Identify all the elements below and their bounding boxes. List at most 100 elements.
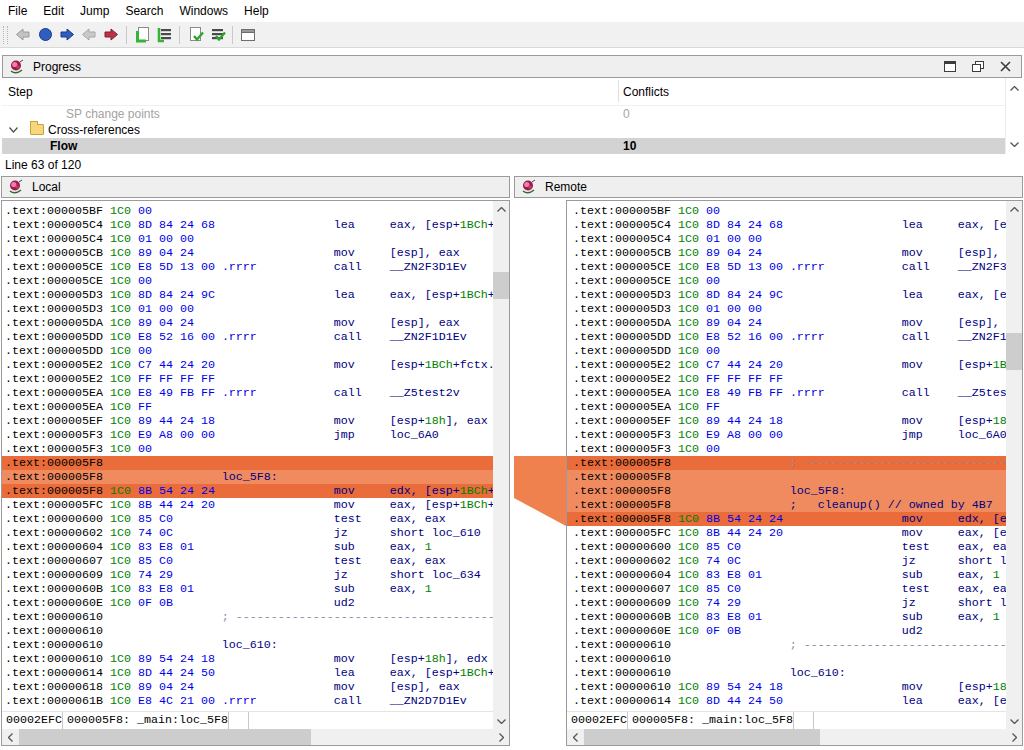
listing-line[interactable]: .text:000005CE 1C0 E8 5D 13 00 .rrrr cal…: [567, 260, 1006, 274]
listing-line[interactable]: .text:000005DA 1C0 89 04 24 mov [esp], e…: [567, 316, 1006, 330]
listing-line[interactable]: .text:00000614 1C0 8D 44 24 50 lea eax, …: [567, 694, 1006, 708]
column-header-conflicts[interactable]: Conflicts: [623, 85, 669, 99]
window-icon[interactable]: [237, 26, 259, 44]
listing-line[interactable]: .text:000005EA 1C0 E8 49 FB FF .rrrr cal…: [2, 386, 493, 400]
listing-line[interactable]: .text:000005EF 1C0 89 44 24 18 mov [esp+…: [2, 414, 493, 428]
listing-line[interactable]: .text:00000618 1C0 89 04 24 mov [esp], e…: [2, 680, 493, 694]
listing-line[interactable]: .text:000005D3 1C0 8D 84 24 9C lea eax, …: [2, 288, 493, 302]
listing-line[interactable]: .text:000005D3 1C0 01 00 00: [567, 302, 1006, 316]
listing-line[interactable]: .text:00000609 1C0 74 29 jz short loc_63…: [2, 568, 493, 582]
listing-line[interactable]: .text:000005DA 1C0 89 04 24 mov [esp], e…: [2, 316, 493, 330]
local-vscroll-thumb[interactable]: [493, 272, 509, 299]
float-button[interactable]: [972, 61, 984, 72]
prev-disabled-icon[interactable]: [78, 26, 100, 44]
document-green-icon[interactable]: [131, 26, 153, 44]
listing-line[interactable]: .text:000005F3 1C0 E9 A8 00 00 jmp loc_6…: [2, 428, 493, 442]
listing-line[interactable]: .text:000005F8: [567, 470, 1006, 484]
listing-line[interactable]: .text:00000604 1C0 83 E8 01 sub eax, 1: [2, 540, 493, 554]
listing-line[interactable]: .text:000005E2 1C0 FF FF FF FF: [567, 372, 1006, 386]
tree-scrollbar[interactable]: [1005, 78, 1022, 154]
listing-line[interactable]: .text:000005DD 1C0 E8 52 16 00 .rrrr cal…: [567, 330, 1006, 344]
list-check-icon[interactable]: [206, 26, 228, 44]
listing-line[interactable]: .text:0000060E 1C0 0F 0B ud2: [567, 624, 1006, 638]
listing-line[interactable]: .text:000005F8 loc_5F8:: [567, 484, 1006, 498]
listing-line[interactable]: .text:000005E2 1C0 FF FF FF FF: [2, 372, 493, 386]
listing-line[interactable]: .text:0000060B 1C0 83 E8 01 sub eax, 1: [2, 582, 493, 596]
listing-line[interactable]: .text:0000061B 1C0 E8 4C 21 00 .rrrr cal…: [2, 694, 493, 708]
listing-line[interactable]: .text:00000607 1C0 85 C0 test eax, eax: [567, 582, 1006, 596]
listing-line[interactable]: .text:00000609 1C0 74 29 jz short loc_63…: [567, 596, 1006, 610]
listing-line[interactable]: .text:000005F8 ; cleanup() // owned by 4…: [567, 498, 1006, 512]
listing-line[interactable]: .text:000005BF 1C0 00: [567, 204, 1006, 218]
remote-vscroll-thumb[interactable]: [1006, 333, 1022, 370]
scroll-up-icon[interactable]: [1006, 201, 1022, 217]
menu-item-edit[interactable]: Edit: [35, 1, 72, 21]
listing-line[interactable]: .text:000005BF 1C0 00: [2, 204, 493, 218]
menu-item-jump[interactable]: Jump: [72, 1, 117, 21]
listing-line[interactable]: .text:000005EA 1C0 FF: [2, 400, 493, 414]
listing-line[interactable]: .text:000005CB 1C0 89 04 24 mov [esp], e…: [2, 246, 493, 260]
column-separator[interactable]: [618, 80, 619, 102]
tree-row-flow[interactable]: Flow10: [2, 138, 1022, 154]
scroll-left-icon[interactable]: [567, 729, 583, 745]
menu-item-windows[interactable]: Windows: [171, 1, 236, 21]
remote-vscrollbar[interactable]: [1006, 201, 1022, 729]
listing-line[interactable]: .text:000005E2 1C0 C7 44 24 20 mov [esp+…: [2, 358, 493, 372]
scroll-right-icon[interactable]: [493, 729, 509, 745]
listing-line[interactable]: .text:000005F8: [2, 456, 493, 470]
remote-hscrollbar[interactable]: [567, 729, 1022, 745]
listing-line[interactable]: .text:00000610: [567, 652, 1006, 666]
scroll-down-icon[interactable]: [493, 713, 509, 729]
listing-line[interactable]: .text:0000060B 1C0 83 E8 01 sub eax, 1: [567, 610, 1006, 624]
close-icon[interactable]: [1000, 61, 1011, 72]
listing-line[interactable]: .text:000005CB 1C0 89 04 24 mov [esp], e…: [567, 246, 1006, 260]
menu-item-file[interactable]: File: [0, 1, 35, 21]
listing-line[interactable]: .text:000005F8 1C0 8B 54 24 24 mov edx, …: [2, 484, 493, 498]
scroll-down-icon[interactable]: [1006, 713, 1022, 729]
listing-line[interactable]: .text:000005F8 ; -----------------------…: [567, 456, 1006, 470]
listing-line[interactable]: .text:000005FC 1C0 8B 44 24 20 mov eax, …: [567, 526, 1006, 540]
listing-line[interactable]: .text:000005CE 1C0 00: [567, 274, 1006, 288]
scroll-right-icon[interactable]: [1006, 729, 1022, 745]
listing-line[interactable]: .text:000005D3 1C0 01 00 00: [2, 302, 493, 316]
listing-line[interactable]: .text:00000610 ; -----------------------…: [567, 638, 1006, 652]
listing-line[interactable]: .text:00000600 1C0 85 C0 test eax, eax: [2, 512, 493, 526]
listing-line[interactable]: .text:000005F3 1C0 E9 A8 00 00 jmp loc_6…: [567, 428, 1006, 442]
listing-line[interactable]: .text:00000600 1C0 85 C0 test eax, eax: [567, 540, 1006, 554]
local-hscrollbar[interactable]: [2, 729, 509, 745]
listing-line[interactable]: .text:00000610 1C0 89 54 24 18 mov [esp+…: [2, 652, 493, 666]
listing-line[interactable]: .text:000005DD 1C0 E8 52 16 00 .rrrr cal…: [2, 330, 493, 344]
listing-line[interactable]: .text:000005DD 1C0 00: [2, 344, 493, 358]
column-header-step[interactable]: Step: [8, 85, 33, 99]
tree-row-label[interactable]: Cross-references: [48, 122, 140, 138]
listing-line[interactable]: .text:000005FC 1C0 8B 44 24 20 mov eax, …: [2, 498, 493, 512]
listing-line[interactable]: .text:000005CE 1C0 00: [2, 274, 493, 288]
forward-icon[interactable]: [56, 26, 78, 44]
local-listing[interactable]: .text:000005BF 1C0 00.text:000005C4 1C0 …: [2, 201, 493, 711]
listing-line[interactable]: .text:000005CE 1C0 E8 5D 13 00 .rrrr cal…: [2, 260, 493, 274]
listing-line[interactable]: .text:000005EF 1C0 89 44 24 18 mov [esp+…: [567, 414, 1006, 428]
maximize-button[interactable]: [944, 61, 956, 72]
listing-line[interactable]: .text:000005C4 1C0 8D 84 24 68 lea eax, …: [2, 218, 493, 232]
menu-item-help[interactable]: Help: [236, 1, 277, 21]
local-vscrollbar[interactable]: [493, 201, 509, 729]
tree-row-cross-references[interactable]: Cross-references: [2, 122, 1022, 138]
scroll-left-icon[interactable]: [2, 729, 18, 745]
listing-line[interactable]: .text:00000604 1C0 83 E8 01 sub eax, 1: [567, 568, 1006, 582]
listing-line[interactable]: .text:0000060E 1C0 0F 0B ud2: [2, 596, 493, 610]
listing-line[interactable]: .text:00000610 ; -----------------------…: [2, 610, 493, 624]
listing-line[interactable]: .text:00000602 1C0 74 0C jz short loc_61…: [2, 526, 493, 540]
listing-line[interactable]: .text:000005D3 1C0 8D 84 24 9C lea eax, …: [567, 288, 1006, 302]
listing-line[interactable]: .text:00000610 loc_610:: [2, 638, 493, 652]
listing-line[interactable]: .text:000005F3 1C0 00: [567, 442, 1006, 456]
back-disabled-icon[interactable]: [12, 26, 34, 44]
listing-line[interactable]: .text:00000610 1C0 89 54 24 18 mov [esp+…: [567, 680, 1006, 694]
chevron-down-icon[interactable]: [9, 127, 18, 133]
tree-row-label[interactable]: SP change points: [66, 106, 160, 122]
scroll-up-icon[interactable]: [1006, 80, 1022, 96]
listing-line[interactable]: .text:00000607 1C0 85 C0 test eax, eax: [2, 554, 493, 568]
remote-hscroll-thumb[interactable]: [584, 729, 820, 745]
tree-row-sp-change-points[interactable]: SP change points0: [2, 106, 1022, 122]
listing-line[interactable]: .text:00000610 loc_610:: [567, 666, 1006, 680]
listing-line[interactable]: .text:000005EA 1C0 E8 49 FB FF .rrrr cal…: [567, 386, 1006, 400]
